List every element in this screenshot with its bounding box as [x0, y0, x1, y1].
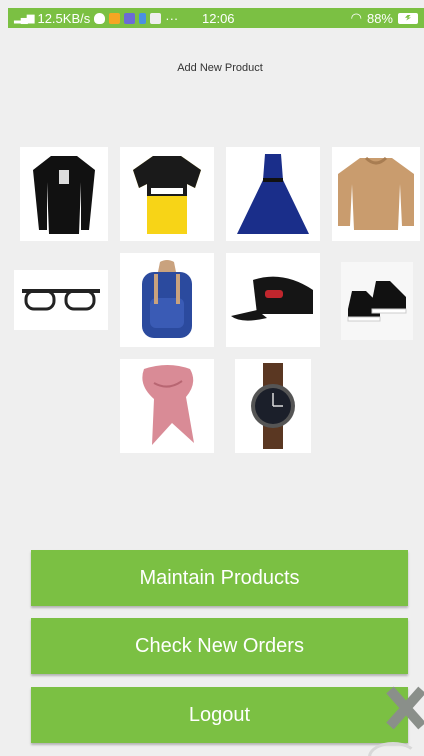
scarf-icon	[142, 365, 194, 445]
dress-icon	[237, 154, 309, 234]
app-notification-icon	[109, 12, 121, 24]
battery-percent: 88%	[366, 10, 393, 26]
network-speed: 12.5KB/s	[37, 10, 91, 26]
status-bar: ▂▄▆ 12.5KB/s ··· 12:06 ◠ 88%	[8, 8, 424, 28]
page-title: Add New Product	[177, 62, 263, 74]
backpack-icon	[142, 260, 192, 338]
product-tshirt[interactable]	[20, 147, 108, 241]
product-glasses[interactable]	[14, 270, 108, 330]
game-icon	[150, 12, 162, 24]
check-new-orders-button[interactable]: Check New Orders	[31, 618, 408, 674]
product-dress[interactable]	[226, 147, 320, 241]
product-jersey[interactable]	[120, 147, 214, 241]
product-scarf[interactable]	[120, 359, 214, 453]
product-sweater[interactable]	[332, 147, 420, 241]
headset-icon: ◠	[350, 10, 362, 25]
tshirt-icon	[33, 156, 95, 234]
app-notification-icon	[124, 12, 136, 24]
jersey-icon	[133, 156, 201, 234]
floating-button-fragment	[368, 742, 418, 756]
sweater-icon	[338, 156, 414, 230]
product-sneakers[interactable]	[341, 262, 413, 340]
signal-icon: ▂▄▆	[14, 12, 34, 24]
product-backpack[interactable]	[120, 253, 214, 347]
glasses-icon	[22, 289, 100, 311]
logout-button[interactable]: Logout	[31, 687, 408, 743]
shoes-icon	[347, 281, 407, 322]
close-icon[interactable]	[382, 684, 424, 744]
usb-icon	[139, 12, 147, 24]
cap-icon	[231, 276, 313, 321]
watch-icon	[251, 363, 295, 449]
product-cap[interactable]	[226, 253, 320, 347]
maintain-products-button[interactable]: Maintain Products	[31, 550, 408, 606]
product-watch[interactable]	[235, 359, 311, 453]
shield-icon	[94, 12, 106, 24]
clock: 12:06	[202, 10, 235, 26]
more-notifications: ···	[165, 10, 179, 26]
battery-icon	[398, 12, 418, 24]
